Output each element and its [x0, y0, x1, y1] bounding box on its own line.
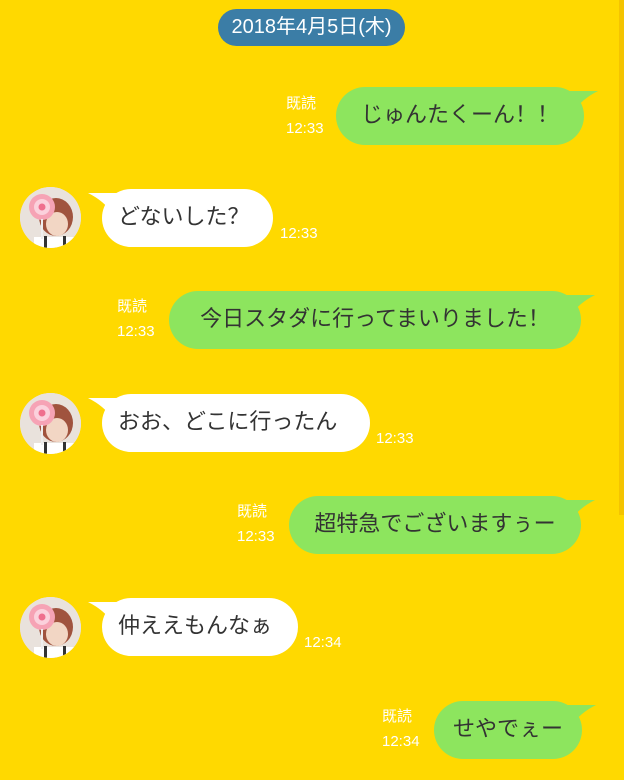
- avatar-photo-icon: [20, 187, 81, 248]
- message-meta: 既読 12:33: [286, 93, 324, 139]
- read-receipt: 既読: [117, 297, 148, 315]
- avatar[interactable]: [20, 597, 81, 658]
- date-separator: 2018年4月5日(木): [218, 9, 405, 46]
- message-bubble-sent[interactable]: 今日スタダに行ってまいりました！: [169, 291, 595, 349]
- message-bubble-sent[interactable]: 超特急でございますぅー: [289, 496, 595, 554]
- message-meta: 既読 12:33: [117, 296, 155, 342]
- message-bubble-received[interactable]: どないした？: [88, 189, 273, 247]
- message-text: せやでぇー: [452, 717, 563, 742]
- message-text: 仲ええもんなぁ: [118, 614, 273, 639]
- read-receipt: 既読: [237, 502, 268, 520]
- message-bubble-sent[interactable]: せやでぇー: [434, 701, 596, 759]
- message-bubble-sent[interactable]: じゅんたくーん！！: [336, 87, 598, 145]
- avatar[interactable]: [20, 393, 81, 454]
- message-meta: 既読 12:33: [237, 501, 275, 547]
- message-time: 12:33: [286, 120, 324, 137]
- read-receipt: 既読: [382, 707, 413, 725]
- message-text: 今日スタダに行ってまいりました！: [200, 307, 550, 332]
- avatar[interactable]: [20, 187, 81, 248]
- message-bubble-received[interactable]: 仲ええもんなぁ: [88, 598, 298, 656]
- bubble-tail: [565, 295, 595, 315]
- bubble-tail: [88, 398, 118, 418]
- scrollbar[interactable]: [619, 0, 624, 515]
- message-time: 12:33: [280, 225, 318, 242]
- message-meta: 既読 12:34: [382, 706, 420, 752]
- message-time: 12:34: [382, 733, 420, 750]
- message-text: 超特急でございますぅー: [314, 512, 556, 537]
- avatar-photo-icon: [20, 597, 81, 658]
- message-bubble-received[interactable]: おお、どこに行ったん: [88, 394, 370, 452]
- bubble-tail: [568, 91, 598, 111]
- bubble-tail: [565, 500, 595, 520]
- message-time: 12:33: [117, 323, 155, 340]
- message-text: じゅんたくーん！！: [360, 103, 559, 128]
- bubble-tail: [88, 193, 118, 213]
- message-text: どないした？: [118, 205, 250, 230]
- message-text: おお、どこに行ったん: [118, 410, 338, 435]
- message-time: 12:33: [237, 528, 275, 545]
- bubble-tail: [88, 602, 118, 622]
- message-time: 12:33: [376, 430, 414, 447]
- bubble-tail: [566, 705, 596, 725]
- message-time: 12:34: [304, 634, 342, 651]
- read-receipt: 既読: [286, 94, 317, 112]
- avatar-photo-icon: [20, 393, 81, 454]
